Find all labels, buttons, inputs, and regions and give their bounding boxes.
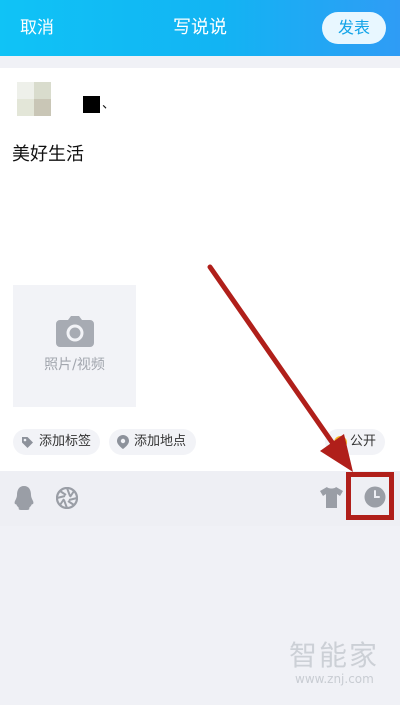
- header-gap: [0, 56, 400, 68]
- tshirt-icon[interactable]: [320, 487, 343, 508]
- visibility-button[interactable]: 公开: [325, 429, 385, 455]
- username-suffix: 、: [102, 97, 116, 112]
- avatar: [17, 82, 51, 116]
- add-location-button[interactable]: 添加地点: [109, 429, 196, 455]
- add-location-label: 添加地点: [134, 434, 187, 449]
- qq-icon[interactable]: [14, 486, 34, 510]
- publish-button[interactable]: 发表: [322, 12, 386, 44]
- post-text-input[interactable]: 美好生活: [12, 143, 84, 167]
- composer-panel: [0, 68, 400, 471]
- watermark: 智能家 www.znj.com: [289, 639, 389, 687]
- camera-icon: [56, 316, 94, 347]
- tag-icon: [21, 436, 34, 449]
- add-media-button[interactable]: 照片/视频: [13, 285, 136, 407]
- watermark-domain: www.znj.com: [295, 672, 374, 686]
- public-icon: [334, 435, 347, 449]
- visibility-label: 公开: [350, 434, 377, 449]
- username-redaction: [83, 96, 100, 113]
- add-tag-label: 添加标签: [39, 434, 92, 449]
- highlight-box: [346, 472, 394, 520]
- aperture-icon[interactable]: [56, 487, 78, 509]
- watermark-brand: 智能家: [289, 639, 380, 672]
- username: 、: [83, 96, 115, 113]
- location-pin-icon: [117, 435, 129, 449]
- top-nav-bar: 取消 写说说 发表: [0, 0, 400, 56]
- add-media-label: 照片/视频: [44, 357, 105, 373]
- add-tag-button[interactable]: 添加标签: [13, 429, 100, 455]
